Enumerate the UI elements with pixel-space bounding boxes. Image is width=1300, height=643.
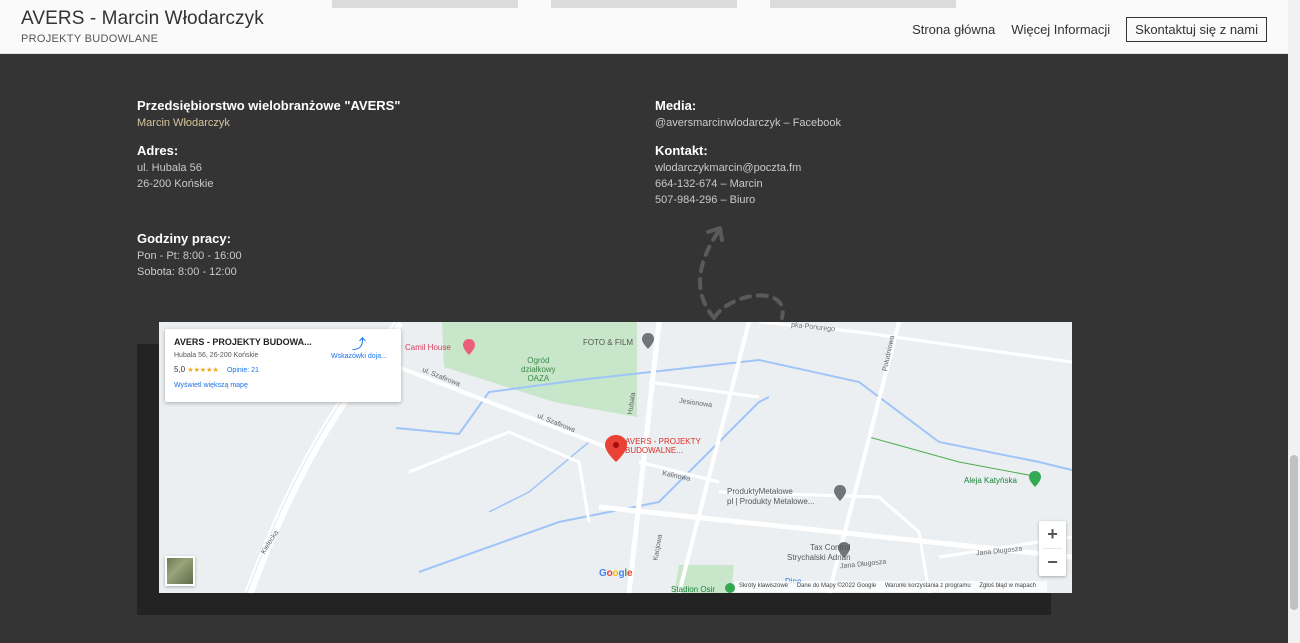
company-heading: Przedsiębiorstwo wielobranżowe "AVERS" <box>137 98 401 113</box>
avers-label[interactable]: AVERS - PROJEKTY BUDOWALNE... <box>625 437 701 455</box>
ogrod-label[interactable]: Ogród działkowy OAZA <box>521 356 556 383</box>
contact-block: Kontakt: wlodarczykmarcin@poczta.fm 664-… <box>655 143 801 208</box>
media-heading: Media: <box>655 98 697 113</box>
foto-film-label[interactable]: FOTO & FILM <box>583 338 633 347</box>
place-info-card: AVERS - PROJEKTY BUDOWA... Hubala 56, 26… <box>165 329 401 402</box>
tax-control-label[interactable]: Tax Control Strychalski Adrian <box>787 543 851 563</box>
location-pin-icon <box>605 435 627 462</box>
produkty-label[interactable]: ProduktyMetalowe pl | Produkty Metalowe.… <box>727 487 814 507</box>
scrollbar-thumb[interactable] <box>1290 455 1298 610</box>
ogrod-label-line: OAZA <box>527 374 550 383</box>
hours-line: Pon - Pt: 8:00 - 16:00 <box>137 250 242 262</box>
directions-icon: ⤴ <box>351 336 366 352</box>
google-map[interactable]: Camil House FOTO & FILM Ogród działkowy … <box>159 322 1072 593</box>
dashed-arrow-icon <box>698 226 785 320</box>
phone-line[interactable]: 664-132-674 – Marcin <box>655 176 801 192</box>
company-block: Przedsiębiorstwo wielobranżowe "AVERS" M… <box>137 98 400 131</box>
camil-house-label[interactable]: Camil House <box>405 343 451 352</box>
gallery-thumb <box>332 0 518 8</box>
zoom-out-button[interactable]: − <box>1039 549 1066 576</box>
email-link[interactable]: wlodarczykmarcin@poczta.fm <box>655 160 801 176</box>
rating-value: 5,0 <box>174 365 186 374</box>
hours-block: Godziny pracy: Pon - Pt: 8:00 - 16:00 So… <box>137 231 242 280</box>
avers-label-line: BUDOWALNE... <box>625 446 683 455</box>
star-rating-icon: ★★★★★ <box>187 367 219 374</box>
facebook-link[interactable]: @aversmarcinwlodarczyk – Facebook <box>655 115 841 131</box>
view-larger-map-link[interactable]: Wyświetl większą mapę <box>174 382 392 389</box>
contact-us-button[interactable]: Skontaktuj się z nami <box>1126 17 1267 42</box>
address-line: 26-200 Końskie <box>137 178 214 190</box>
map-attribution: Skróty klawiszowe Dane do Mapy ©2022 Goo… <box>735 581 1048 592</box>
page-scrollbar[interactable] <box>1288 0 1300 643</box>
hours-line: Sobota: 8:00 - 12:00 <box>137 266 237 278</box>
terms-link[interactable]: Warunki korzystania z programu <box>885 583 971 589</box>
reviews-link[interactable]: Opinie: 21 <box>227 367 259 374</box>
gallery-thumb <box>770 0 956 8</box>
phone-line[interactable]: 507-984-296 – Biuro <box>655 192 801 208</box>
main-nav: Strona główna Więcej Informacji Skontakt… <box>896 17 1267 42</box>
nav-more-info-link[interactable]: Więcej Informacji <box>1011 22 1110 37</box>
brand[interactable]: AVERS - Marcin Włodarczyk PROJEKTY BUDOW… <box>21 8 264 45</box>
zoom-controls: + − <box>1039 521 1066 576</box>
address-line: ul. Hubala 56 <box>137 162 202 174</box>
address-block: Adres: ul. Hubala 56 26-200 Końskie <box>137 143 213 192</box>
tax-control-label-line: Tax Control <box>810 543 851 552</box>
media-block: Media: @aversmarcinwlodarczyk – Facebook <box>655 98 841 131</box>
company-owner: Marcin Włodarczyk <box>137 117 230 129</box>
stadion-label[interactable]: Stadion Osir <box>671 585 715 593</box>
keyboard-shortcuts-link[interactable]: Skróty klawiszowe <box>739 583 788 589</box>
avers-label-line: AVERS - PROJEKTY <box>625 437 701 446</box>
aleja-katynska-label[interactable]: Aleja Katyńska <box>964 476 1017 485</box>
zoom-in-button[interactable]: + <box>1039 521 1066 548</box>
map-data-text: Dane do Mapy ©2022 Google <box>796 583 877 589</box>
tax-control-label-line: Strychalski Adrian <box>787 553 851 562</box>
directions-button[interactable]: ⤴ Wskazówki doja... <box>331 337 387 360</box>
contact-heading: Kontakt: <box>655 143 708 158</box>
site-title[interactable]: AVERS - Marcin Włodarczyk <box>21 8 264 30</box>
satellite-toggle-button[interactable] <box>165 556 195 586</box>
site-subtitle: PROJEKTY BUDOWLANE <box>21 33 159 45</box>
directions-label: Wskazówki doja... <box>330 353 387 360</box>
produkty-label-line: pl | Produkty Metalowe... <box>727 497 815 506</box>
produkty-label-line: ProduktyMetalowe <box>727 487 793 496</box>
hours-heading: Godziny pracy: <box>137 231 231 246</box>
nav-home-link[interactable]: Strona główna <box>912 22 995 37</box>
site-header: AVERS - Marcin Włodarczyk PROJEKTY BUDOW… <box>0 0 1288 54</box>
google-logo: Google <box>599 568 633 579</box>
gallery-thumb <box>551 0 737 8</box>
ogrod-label-line: Ogród <box>527 356 550 365</box>
report-error-link[interactable]: Zgłoś błąd w mapach <box>979 583 1036 589</box>
ogrod-label-line: działkowy <box>521 365 556 374</box>
place-rating: 5,0 ★★★★★ Opinie: 21 <box>174 365 392 374</box>
address-heading: Adres: <box>137 143 179 158</box>
